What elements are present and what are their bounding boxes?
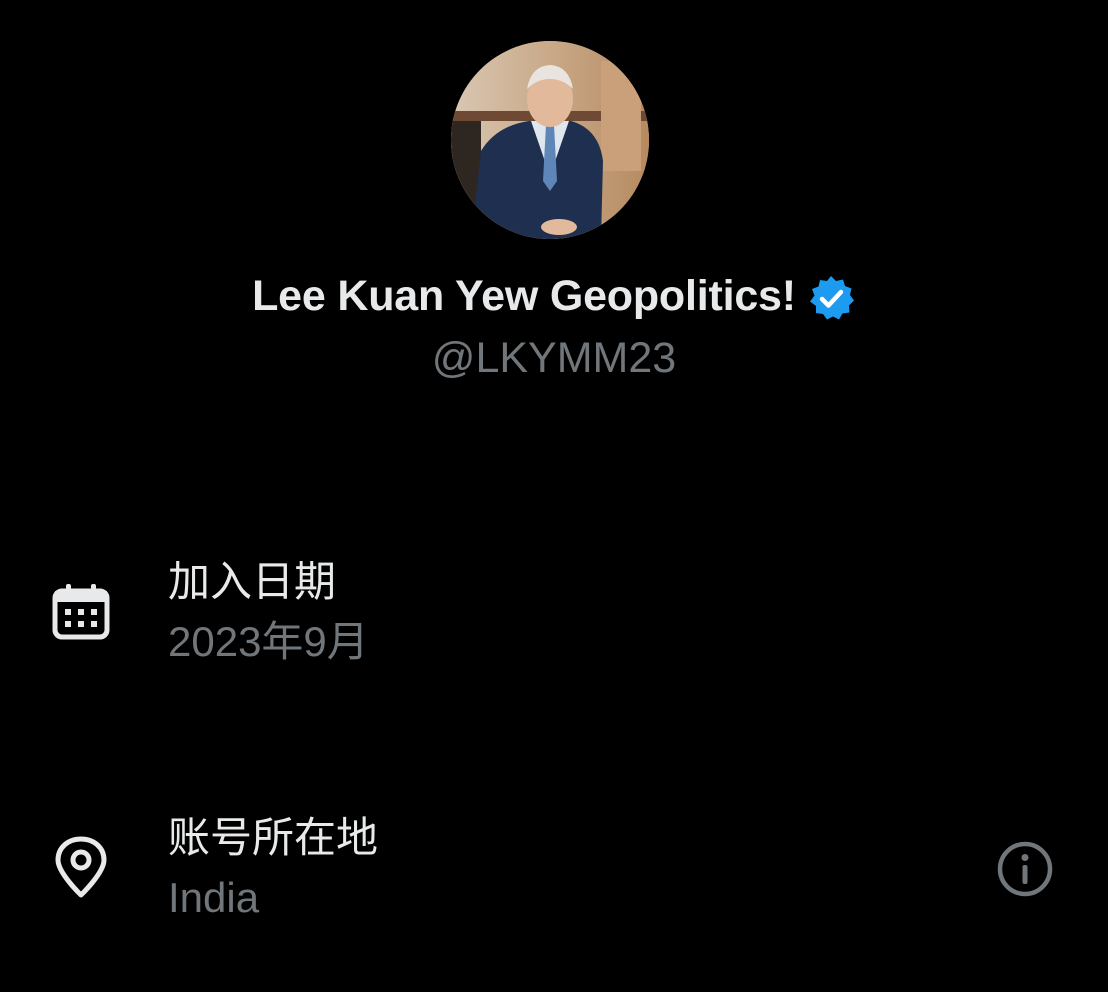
location-pin-icon [50, 836, 112, 898]
profile-handle: @LKYMM23 [431, 334, 677, 382]
info-icon[interactable] [996, 840, 1054, 898]
profile-avatar[interactable] [451, 41, 649, 239]
joined-date-label: 加入日期 [168, 557, 337, 606]
verified-badge-icon[interactable] [806, 273, 856, 323]
account-location-label: 账号所在地 [168, 813, 379, 862]
account-location-value: India [168, 874, 260, 921]
calendar-icon [50, 582, 112, 644]
joined-date-row: 加入日期 2023年9月 [0, 556, 1108, 676]
display-name: Lee Kuan Yew Geopolitics! [252, 271, 796, 320]
joined-date-value: 2023年9月 [168, 618, 369, 665]
profile-name-row: Lee Kuan Yew Geopolitics! [0, 268, 1108, 324]
account-location-row: 账号所在地 India [0, 812, 1108, 932]
